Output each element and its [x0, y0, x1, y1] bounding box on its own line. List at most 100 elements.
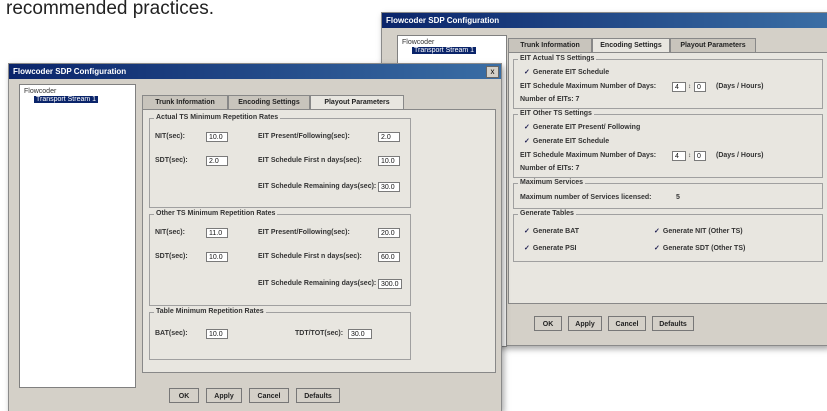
days-field[interactable]: 4 — [672, 151, 686, 161]
eit-other-group: EIT Other TS Settings ✓ Generate EIT Pres… — [513, 110, 823, 178]
tab-encoding-settings[interactable]: Encoding Settings — [592, 38, 670, 53]
apply-button[interactable]: Apply — [568, 316, 602, 331]
checkbox-label: Generate SDT (Other TS) — [662, 245, 746, 252]
eit-first-field[interactable]: 10.0 — [378, 156, 400, 166]
spinner-arrows-icon[interactable]: ↕ — [687, 82, 692, 92]
number-of-eits: Number of EITs: 7 — [520, 165, 580, 172]
checkbox-label: Generate PSI — [532, 245, 577, 252]
tab-playout-parameters[interactable]: Playout Parameters — [310, 95, 404, 110]
tree-item-transport-stream[interactable]: Transport Stream 1 — [412, 47, 477, 54]
nit-label: NIT(sec): — [155, 133, 185, 140]
cancel-button[interactable]: Cancel — [608, 316, 646, 331]
generate-eit-schedule-checkbox[interactable]: ✓ Generate EIT Schedule — [524, 68, 609, 76]
generate-sdt-other-checkbox[interactable]: ✓ Generate SDT (Other TS) — [654, 244, 745, 252]
actual-ts-group: Actual TS Minimum Repetition Rates NIT(s… — [149, 114, 411, 208]
checkbox-label: Generate BAT — [532, 228, 580, 235]
cancel-button[interactable]: Cancel — [249, 388, 289, 403]
sdt-label: SDT(sec): — [155, 157, 188, 164]
eit-pf-field[interactable]: 20.0 — [378, 228, 400, 238]
days-hours-unit: (Days / Hours) — [716, 83, 764, 90]
group-title: Actual TS Minimum Repetition Rates — [154, 114, 281, 121]
eit-first-label: EIT Schedule First n days(sec): — [258, 253, 362, 260]
max-days-label: EIT Schedule Maximum Number of Days: — [520, 83, 657, 90]
table-min-group: Table Minimum Repetition Rates BAT(sec):… — [149, 308, 411, 360]
check-icon: ✓ — [654, 228, 660, 235]
check-icon: ✓ — [524, 69, 530, 76]
generate-eit-schedule-checkbox[interactable]: ✓ Generate EIT Schedule — [524, 137, 609, 145]
close-icon[interactable]: x — [486, 66, 499, 78]
number-of-eits: Number of EITs: 7 — [520, 96, 580, 103]
checkbox-label: Generate EIT Schedule — [532, 138, 610, 145]
tree-root-flowcoder[interactable]: Flowcoder — [24, 88, 56, 95]
tab-trunk-information[interactable]: Trunk Information — [508, 38, 592, 52]
generate-bat-checkbox[interactable]: ✓ Generate BAT — [524, 227, 579, 235]
tdt-tot-field[interactable]: 30.0 — [348, 329, 372, 339]
front-config-window: Flowcoder SDP Configuration x Flowcoder … — [8, 63, 502, 411]
eit-rem-label: EIT Schedule Remaining days(sec): — [258, 280, 377, 287]
generate-psi-checkbox[interactable]: ✓ Generate PSI — [524, 244, 576, 252]
check-icon: ✓ — [524, 138, 530, 145]
eit-first-field[interactable]: 60.0 — [378, 252, 400, 262]
tab-playout-parameters[interactable]: Playout Parameters — [670, 38, 756, 52]
group-title: Maximum Services — [518, 179, 586, 186]
front-window-titlebar[interactable]: Flowcoder SDP Configuration — [9, 64, 501, 79]
nit-label: NIT(sec): — [155, 229, 185, 236]
generate-eit-pf-checkbox[interactable]: ✓ Generate EIT Present/ Following — [524, 123, 640, 131]
bat-label: BAT(sec): — [155, 330, 188, 337]
group-title: EIT Other TS Settings — [518, 110, 594, 117]
back-tab-panel: EIT Actual TS Settings ✓ Generate EIT Sch… — [508, 52, 827, 304]
hours-field[interactable]: 0 — [694, 151, 706, 161]
hours-field[interactable]: 0 — [694, 82, 706, 92]
check-icon: ✓ — [654, 245, 660, 252]
back-tab-bar: Trunk Information Encoding Settings Play… — [508, 38, 827, 53]
max-services-value: 5 — [676, 194, 680, 201]
eit-actual-group: EIT Actual TS Settings ✓ Generate EIT Sch… — [513, 55, 823, 109]
days-field[interactable]: 4 — [672, 82, 686, 92]
generate-tables-group: Generate Tables ✓ Generate BAT ✓ Generate … — [513, 210, 823, 262]
bat-field[interactable]: 10.0 — [206, 329, 228, 339]
other-ts-group: Other TS Minimum Repetition Rates NIT(se… — [149, 210, 411, 306]
back-window-titlebar[interactable]: Flowcoder SDP Configuration — [382, 13, 827, 28]
max-services-label: Maximum number of Services licensed: — [520, 194, 652, 201]
document-text: recommended practices. — [6, 0, 215, 19]
front-tab-panel: Actual TS Minimum Repetition Rates NIT(s… — [142, 109, 496, 373]
max-days-label: EIT Schedule Maximum Number of Days: — [520, 152, 657, 159]
checkbox-label: Generate EIT Present/ Following — [532, 124, 641, 131]
sdt-field[interactable]: 10.0 — [206, 252, 228, 262]
group-title: Generate Tables — [518, 210, 576, 217]
defaults-button[interactable]: Defaults — [296, 388, 340, 403]
eit-rem-label: EIT Schedule Remaining days(sec): — [258, 183, 377, 190]
group-title: EIT Actual TS Settings — [518, 55, 597, 62]
defaults-button[interactable]: Defaults — [652, 316, 694, 331]
nit-field[interactable]: 11.0 — [206, 228, 228, 238]
check-icon: ✓ — [524, 228, 530, 235]
front-tab-bar: Trunk Information Encoding Settings Play… — [142, 95, 442, 110]
eit-pf-label: EIT Present/Following(sec): — [258, 133, 350, 140]
spinner-arrows-icon[interactable]: ↕ — [687, 151, 692, 161]
generate-nit-other-checkbox[interactable]: ✓ Generate NIT (Other TS) — [654, 227, 743, 235]
tdt-tot-label: TDT/TOT(sec): — [295, 330, 344, 337]
eit-pf-field[interactable]: 2.0 — [378, 132, 400, 142]
eit-rem-field[interactable]: 300.0 — [378, 279, 402, 289]
check-icon: ✓ — [524, 245, 530, 252]
eit-first-label: EIT Schedule First n days(sec): — [258, 157, 362, 164]
tab-trunk-information[interactable]: Trunk Information — [142, 95, 228, 109]
max-services-group: Maximum Services Maximum number of Servi… — [513, 179, 823, 209]
sdt-field[interactable]: 2.0 — [206, 156, 228, 166]
eit-rem-field[interactable]: 30.0 — [378, 182, 400, 192]
days-hours-unit: (Days / Hours) — [716, 152, 764, 159]
sdt-label: SDT(sec): — [155, 253, 188, 260]
checkbox-label: Generate EIT Schedule — [532, 69, 610, 76]
ok-button[interactable]: OK — [534, 316, 562, 331]
tab-encoding-settings[interactable]: Encoding Settings — [228, 95, 310, 109]
check-icon: ✓ — [524, 124, 530, 131]
eit-pf-label: EIT Present/Following(sec): — [258, 229, 350, 236]
apply-button[interactable]: Apply — [206, 388, 242, 403]
nit-field[interactable]: 10.0 — [206, 132, 228, 142]
group-title: Table Minimum Repetition Rates — [154, 308, 266, 315]
ok-button[interactable]: OK — [169, 388, 199, 403]
front-tree-panel: Flowcoder Transport Stream 1 — [19, 84, 136, 388]
tree-root-flowcoder[interactable]: Flowcoder — [402, 39, 434, 46]
tree-item-transport-stream[interactable]: Transport Stream 1 — [34, 96, 99, 103]
group-title: Other TS Minimum Repetition Rates — [154, 210, 278, 217]
